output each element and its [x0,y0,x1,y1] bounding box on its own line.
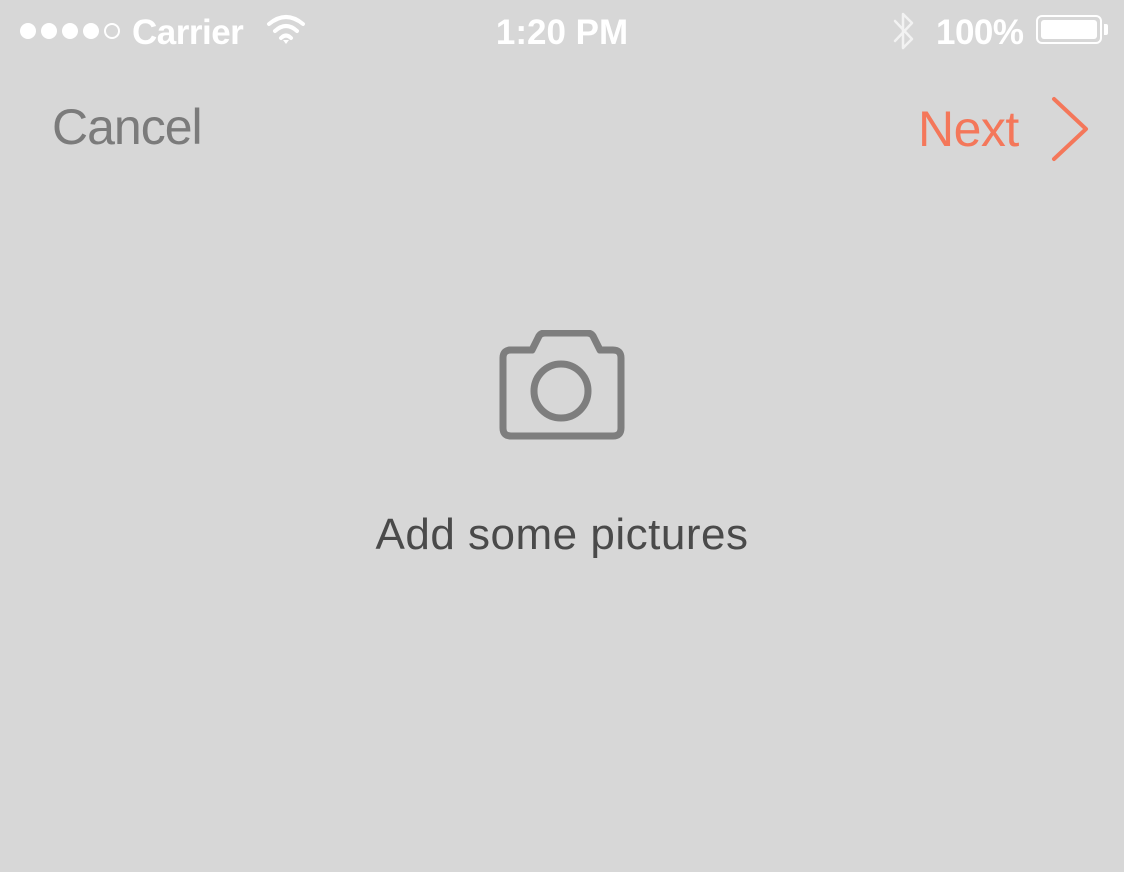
battery-fill [1041,20,1097,39]
battery-icon [1036,15,1102,44]
next-button[interactable]: Next [918,94,1091,164]
chevron-right-icon [1051,97,1088,161]
bluetooth-icon [893,12,914,50]
camera-icon [499,330,625,440]
navigation-bar: Cancel Next [0,66,1124,190]
cancel-button[interactable]: Cancel [52,98,203,156]
empty-state-message: Add some pictures [375,510,749,559]
photo-picker-screen: Carrier 1:20 PM 100% Cancel Next Add som… [0,0,1124,872]
empty-state: Add some pictures [0,330,1124,560]
next-label: Next [918,101,1019,157]
status-bar: Carrier 1:20 PM 100% [0,0,1124,66]
battery-tip [1104,24,1108,35]
battery-percentage: 100% [936,13,1024,52]
